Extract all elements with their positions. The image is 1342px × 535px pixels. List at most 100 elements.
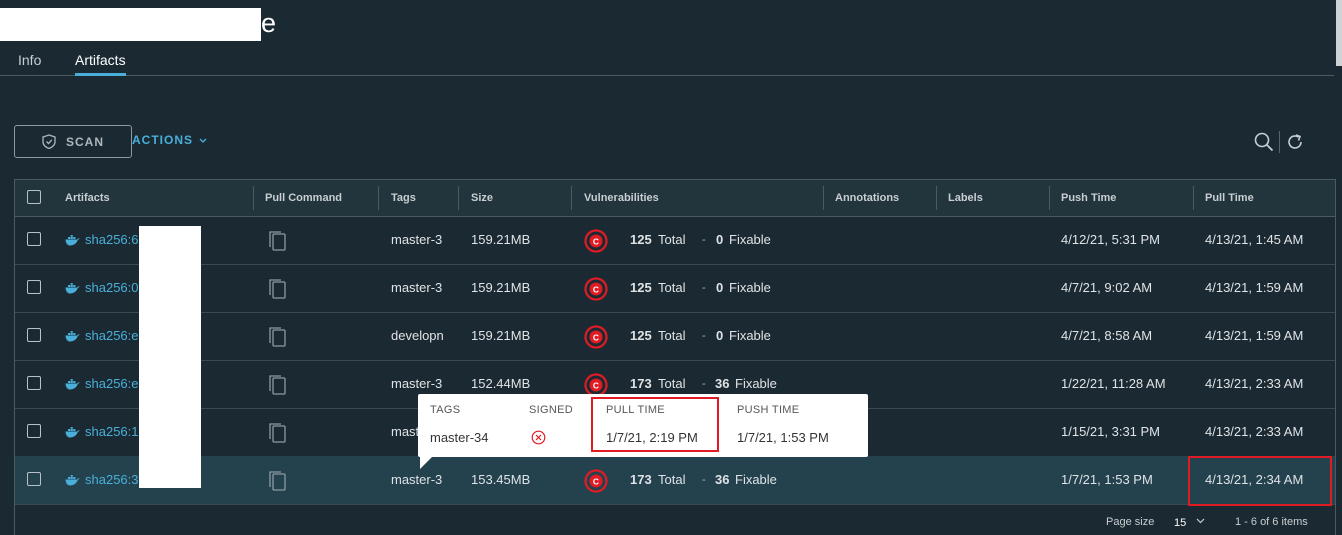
row-checkbox[interactable] xyxy=(27,472,41,486)
artifact-digest-link[interactable]: sha256:0 xyxy=(65,264,139,312)
column-divider xyxy=(823,186,824,210)
page-size-select[interactable]: 15 xyxy=(1174,517,1186,529)
tab-bar: Info Artifacts xyxy=(0,52,1334,76)
push-time: 4/7/21, 9:02 AM xyxy=(1061,280,1153,295)
column-header-push-time[interactable]: Push Time xyxy=(1061,180,1116,216)
actions-label: ACTIONS xyxy=(132,133,193,147)
column-header-artifacts[interactable]: Artifacts xyxy=(65,180,110,216)
column-divider xyxy=(378,186,379,210)
artifact-tag[interactable]: developn xyxy=(391,312,444,360)
row-checkbox[interactable] xyxy=(27,232,41,246)
artifact-size: 159.21MB xyxy=(471,280,531,295)
copy-pull-command-button[interactable] xyxy=(268,326,288,353)
vulnerability-total: 125 xyxy=(630,328,652,343)
tooltip-header-signed: SIGNED xyxy=(529,404,573,416)
table-header: Artifacts Pull Command Tags Size Vulnera… xyxy=(15,180,1335,217)
artifact-digest-link[interactable]: sha256:1 xyxy=(65,408,139,456)
copy-pull-command-button[interactable] xyxy=(268,374,288,401)
vulnerability-separator: - xyxy=(702,282,706,294)
docker-whale-icon xyxy=(65,475,80,486)
critical-severity-icon[interactable]: C xyxy=(584,277,608,301)
vulnerability-total: 173 xyxy=(630,472,652,487)
vulnerability-total-label: Total xyxy=(658,280,686,295)
critical-severity-icon[interactable]: C xyxy=(584,229,608,253)
actions-dropdown[interactable]: ACTIONS xyxy=(132,133,207,147)
tooltip-header-tags: TAGS xyxy=(430,404,461,416)
copy-pull-command-button[interactable] xyxy=(268,422,288,449)
artifacts-table: Artifacts Pull Command Tags Size Vulnera… xyxy=(14,179,1336,535)
docker-whale-icon xyxy=(65,331,80,342)
pull-time: 4/13/21, 1:59 AM xyxy=(1205,280,1304,295)
svg-text:C: C xyxy=(593,332,599,342)
copy-pull-command-button[interactable] xyxy=(268,230,288,257)
row-checkbox[interactable] xyxy=(27,328,41,342)
pull-time: 4/13/21, 1:59 AM xyxy=(1205,328,1304,343)
artifact-tag[interactable]: mast xyxy=(391,408,419,456)
scan-button[interactable]: SCAN xyxy=(14,125,132,158)
row-checkbox[interactable] xyxy=(27,376,41,390)
pull-time: 4/13/21, 2:33 AM xyxy=(1205,424,1304,439)
artifact-tag[interactable]: master-3 xyxy=(391,264,442,312)
scrollbar[interactable] xyxy=(1336,0,1342,66)
copy-pull-command-button[interactable] xyxy=(268,470,288,497)
vulnerability-total-label: Total xyxy=(658,472,686,487)
row-checkbox[interactable] xyxy=(27,280,41,294)
critical-severity-icon[interactable]: C xyxy=(584,373,608,397)
artifact-digest: sha256:e xyxy=(85,376,139,391)
redacted-title-block xyxy=(0,8,261,41)
artifact-size: 159.21MB xyxy=(471,328,531,343)
column-header-pull-time[interactable]: Pull Time xyxy=(1205,180,1254,216)
refresh-icon[interactable] xyxy=(1286,133,1304,151)
copy-icon xyxy=(269,231,286,251)
column-divider xyxy=(458,186,459,210)
artifact-digest: sha256:1 xyxy=(85,424,139,439)
column-header-size[interactable]: Size xyxy=(471,180,493,216)
table-row[interactable]: sha256:e developn 159.21MB C 125 Total -0 Fixab… xyxy=(15,312,1335,361)
toolbar-divider xyxy=(1279,131,1280,153)
highlight-last-pull-time xyxy=(1188,456,1332,506)
pagination-count: 1 - 6 of 6 items xyxy=(1235,516,1308,528)
column-header-pull-command[interactable]: Pull Command xyxy=(265,180,342,216)
vulnerability-fixable: 36 xyxy=(715,472,730,487)
artifact-tag[interactable]: master-3 xyxy=(391,216,442,264)
vulnerability-fixable: 0 xyxy=(716,280,724,295)
chevron-down-icon[interactable] xyxy=(1196,518,1205,524)
copy-icon xyxy=(269,375,286,395)
row-checkbox[interactable] xyxy=(27,424,41,438)
select-all-checkbox[interactable] xyxy=(27,190,41,204)
docker-whale-icon xyxy=(65,235,80,246)
column-header-annotations[interactable]: Annotations xyxy=(835,180,899,216)
tab-artifacts[interactable]: Artifacts xyxy=(75,52,126,76)
pull-time: 4/13/21, 1:45 AM xyxy=(1205,232,1304,247)
chevron-down-icon xyxy=(199,138,207,143)
copy-pull-command-button[interactable] xyxy=(268,278,288,305)
critical-severity-icon[interactable]: C xyxy=(584,469,608,493)
artifact-digest-link[interactable]: sha256:e xyxy=(65,312,139,360)
copy-icon xyxy=(269,327,286,347)
push-time: 1/22/21, 11:28 AM xyxy=(1061,376,1166,391)
vulnerability-fixable-label: Fixable xyxy=(735,472,777,487)
column-header-labels[interactable]: Labels xyxy=(948,180,983,216)
artifact-tag[interactable]: master-3 xyxy=(391,456,442,504)
table-row[interactable]: sha256:3 master-3 153.45MB C 173 Total -36 Fixa… xyxy=(15,456,1335,505)
artifact-digest-link[interactable]: sha256:3 xyxy=(65,456,139,504)
vulnerability-total-label: Total xyxy=(658,232,686,247)
artifact-digest-link[interactable]: sha256:e xyxy=(65,360,139,408)
table-row[interactable]: sha256:0 master-3 159.21MB C 125 Total -0 Fixab… xyxy=(15,264,1335,313)
artifact-digest: sha256:0 xyxy=(85,280,139,295)
table-row[interactable]: sha256:6 master-3 159.21MB C 125 Total -0 Fixab… xyxy=(15,216,1335,265)
pull-time: 4/13/21, 2:33 AM xyxy=(1205,376,1304,391)
artifact-digest-link[interactable]: sha256:6 xyxy=(65,216,139,264)
push-time: 4/7/21, 8:58 AM xyxy=(1061,328,1153,343)
vulnerability-fixable-label: Fixable xyxy=(729,328,771,343)
column-header-vulnerabilities[interactable]: Vulnerabilities xyxy=(584,180,659,216)
critical-severity-icon[interactable]: C xyxy=(584,325,608,349)
column-header-tags[interactable]: Tags xyxy=(391,180,416,216)
column-divider xyxy=(1193,186,1194,210)
svg-text:C: C xyxy=(593,284,599,294)
svg-text:C: C xyxy=(593,476,599,486)
tooltip-header-push-time: PUSH TIME xyxy=(737,404,800,416)
scan-label: SCAN xyxy=(65,134,104,149)
search-icon[interactable] xyxy=(1254,132,1274,152)
tab-info[interactable]: Info xyxy=(18,52,41,75)
